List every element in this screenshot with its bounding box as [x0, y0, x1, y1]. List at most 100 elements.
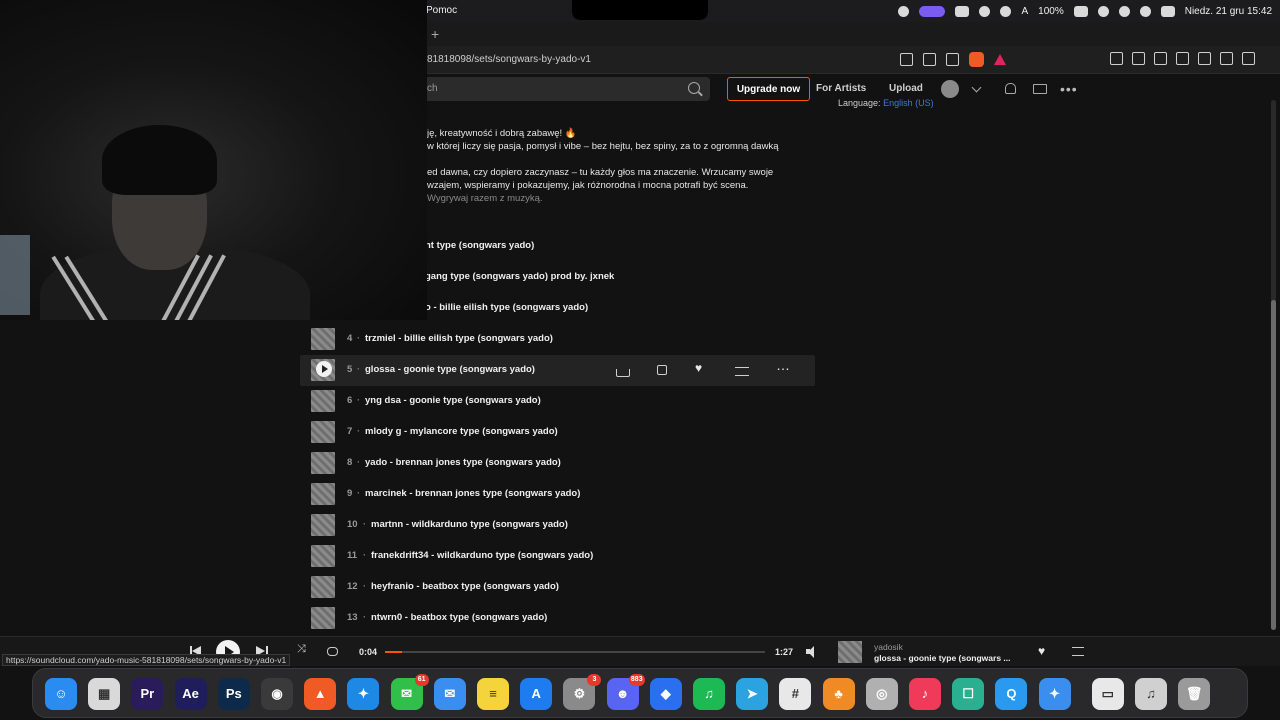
dock-logic-icon[interactable]: ◎ [865, 678, 898, 710]
vpn-icon[interactable] [979, 5, 991, 17]
dock-trash-icon[interactable]: 🗑 [1178, 678, 1211, 710]
track-artwork[interactable] [311, 514, 335, 536]
track-row[interactable]: 4 · trzmiel - billie eilish type (songwars… [300, 324, 815, 355]
progress-bar[interactable] [385, 651, 765, 653]
more-icon[interactable] [776, 357, 790, 377]
search-input[interactable]: ch [420, 77, 710, 101]
track-title[interactable]: marcinek - brennan jones type (songwars … [365, 488, 580, 499]
track-artwork[interactable] [311, 328, 335, 350]
track-row[interactable]: 6 · yng dsa - goonie type (songwars yado) [300, 386, 815, 417]
track-row[interactable]: 5 · glossa - goonie type (songwars yado) [300, 355, 815, 386]
page-scrollbar-thumb[interactable] [1271, 300, 1276, 630]
search-icon[interactable] [1118, 5, 1130, 17]
chevron-down-icon[interactable] [971, 82, 982, 93]
track-title[interactable]: gang type (songwars yado) prod by. jxnek [425, 271, 614, 282]
queue-icon[interactable] [1072, 647, 1084, 656]
dock-slack-icon[interactable]: # [779, 678, 812, 710]
mail-icon[interactable] [1033, 84, 1047, 94]
dock-launchpad-icon[interactable]: ▦ [88, 678, 121, 710]
dock-blender-icon[interactable]: ◉ [261, 678, 293, 710]
avatar[interactable] [941, 80, 959, 98]
bell-icon[interactable] [1005, 83, 1016, 94]
screenshot-icon[interactable] [1110, 52, 1123, 65]
dock-photoshop-icon[interactable]: Ps [217, 678, 250, 710]
wifi-icon[interactable] [1097, 5, 1109, 17]
track-title[interactable]: nt type (songwars yado) [425, 240, 534, 251]
upgrade-button[interactable]: Upgrade now [727, 77, 810, 101]
dock-after-effects-icon[interactable]: Ae [174, 678, 207, 710]
track-artwork[interactable] [311, 576, 335, 598]
track-artwork[interactable] [311, 483, 335, 505]
translate-icon[interactable] [923, 53, 936, 66]
track-row[interactable]: 10 · martnn - wildkarduno type (songwars y… [300, 510, 815, 541]
dock-premiere-icon[interactable]: Pr [131, 678, 164, 710]
control-center-icon[interactable] [1160, 5, 1175, 17]
dock-messages-icon[interactable]: ✉ 61 [390, 674, 429, 710]
status-dot-icon[interactable] [898, 5, 910, 17]
track-title[interactable]: heyfranio - beatbox type (songwars yado) [371, 581, 559, 592]
sidebar-icon[interactable] [1154, 52, 1167, 65]
track-artwork[interactable] [311, 421, 335, 443]
cast-icon[interactable] [900, 53, 913, 66]
more-menu-button[interactable]: ••• [1060, 81, 1078, 97]
track-row[interactable]: 8 · yado - brennan jones type (songwars ya… [300, 448, 815, 479]
copy-icon[interactable] [657, 365, 667, 375]
now-playing-artist[interactable]: yadosik [874, 642, 903, 652]
dock-brave-icon[interactable]: ▲ [304, 678, 337, 710]
battery-icon[interactable] [1073, 5, 1088, 17]
track-title[interactable]: franekdrift34 - wildkarduno type (songwa… [371, 550, 593, 561]
brave-rewards-icon[interactable] [994, 54, 1006, 65]
dock-safari-2-icon[interactable]: ✦ [1038, 678, 1071, 710]
upload-link[interactable]: Upload [889, 83, 923, 94]
dock-preview-doc-icon[interactable]: ▭ [1091, 678, 1124, 710]
battery-percent[interactable]: 100% [1038, 6, 1064, 17]
track-artwork[interactable] [311, 545, 335, 567]
track-title[interactable]: trzmiel - billie eilish type (songwars y… [365, 333, 553, 344]
menu-icon[interactable] [1242, 52, 1255, 65]
search-icon[interactable] [688, 82, 700, 94]
siri-icon[interactable] [1139, 5, 1151, 17]
clock[interactable]: Niedz. 21 gru 15:42 [1185, 6, 1272, 17]
dock-safari-icon[interactable]: ✦ [347, 678, 380, 710]
track-artwork[interactable] [311, 607, 335, 629]
now-playing-title[interactable]: glossa - goonie type (songwars ... [874, 653, 1011, 663]
track-row[interactable]: 13 · ntwrn0 - beatbox type (songwars yado) [300, 603, 815, 634]
dock-audio-file-icon[interactable]: ♫ [1135, 678, 1167, 710]
track-row[interactable]: 11 · franekdrift34 - wildkarduno type (son… [300, 541, 815, 572]
dock-roblox-icon[interactable]: ◆ [649, 678, 682, 710]
dock-telegram-icon[interactable]: ➤ [736, 678, 769, 710]
track-row[interactable]: 7 · mlody g - mylancore type (songwars yad… [300, 417, 815, 448]
track-title[interactable]: mlody g - mylancore type (songwars yado) [365, 426, 558, 437]
track-title[interactable]: yado - brennan jones type (songwars yado… [365, 457, 561, 468]
share-icon[interactable] [946, 53, 959, 66]
dock-spotify-icon[interactable]: ♫ [693, 678, 725, 710]
music-icon[interactable] [1132, 52, 1145, 65]
play-circle-icon[interactable] [1000, 5, 1012, 17]
input-source[interactable]: A [1021, 6, 1028, 17]
vpn-shield-icon[interactable] [1220, 52, 1233, 65]
dock-discord-icon[interactable]: ☻ 883 [606, 674, 645, 710]
shuffle-icon[interactable]: ⤨ [297, 643, 311, 657]
ai-icon[interactable] [1198, 52, 1211, 65]
screen-record-icon[interactable] [919, 5, 946, 17]
dock-mail-icon[interactable]: ✉ [433, 678, 466, 710]
track-title[interactable]: o - billie eilish type (songwars yado) [425, 302, 588, 313]
app-status-icon[interactable] [955, 5, 970, 17]
track-row[interactable]: 12 · heyfranio - beatbox type (songwars ya… [300, 572, 815, 603]
share-icon[interactable] [616, 369, 630, 377]
dock-app-q-icon[interactable]: Q [995, 678, 1028, 710]
heart-icon[interactable] [694, 361, 708, 377]
track-row[interactable]: 9 · marcinek - brennan jones type (songwar… [300, 479, 815, 510]
volume-icon[interactable] [806, 646, 818, 658]
like-icon[interactable]: ♥ [1038, 644, 1045, 658]
menu-help[interactable]: Pomoc [426, 5, 457, 16]
play-icon[interactable] [316, 361, 332, 377]
for-artists-link[interactable]: For Artists [816, 83, 866, 94]
new-tab-button[interactable]: + [431, 26, 439, 42]
address-field[interactable]: 81818098/sets/songwars-by-yado-v1 [427, 54, 591, 65]
split-view-icon[interactable] [1176, 52, 1189, 65]
dock-music-icon[interactable]: ♪ [909, 678, 941, 710]
dock-system-settings-icon[interactable]: ⚙ 3 [563, 674, 602, 710]
brave-shields-icon[interactable] [969, 52, 984, 67]
dock-app-store-icon[interactable]: A [520, 678, 553, 710]
